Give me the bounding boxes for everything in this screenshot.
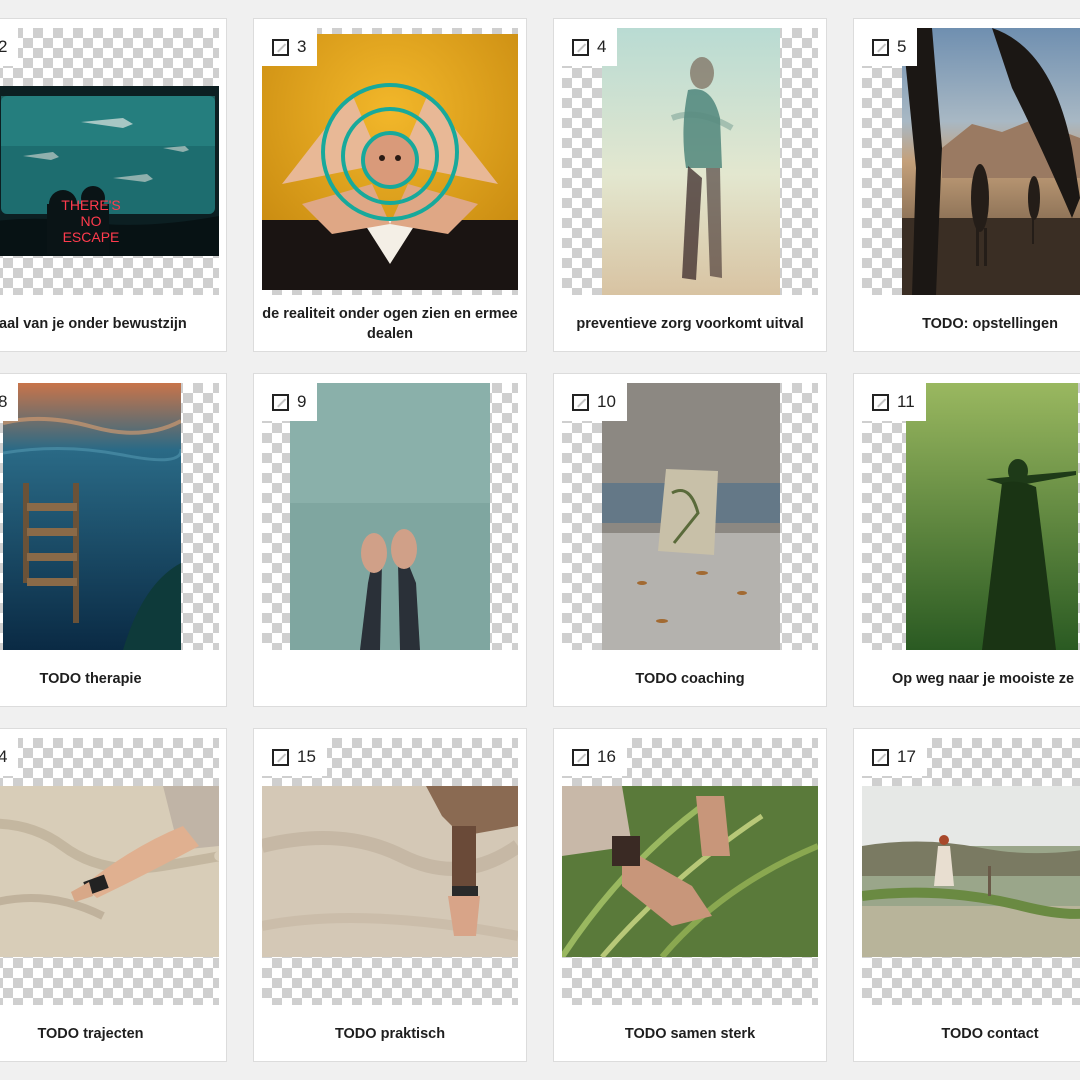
image-card[interactable]: 8 TODO therapie [0,373,227,707]
image-preview-area: 8 [0,383,219,650]
card-number: 10 [597,392,616,411]
selection-badge: 17 [862,738,927,776]
select-checkbox[interactable] [572,38,589,56]
card-photo [902,28,1080,295]
card-caption: taal van je onder bewustzijn [0,316,187,332]
neon-sign-text: ESCAPE [63,229,120,245]
card-caption: TODO therapie [39,671,142,687]
selection-badge: 3 [262,28,318,66]
card-number: 17 [897,747,916,766]
image-card[interactable]: 3 de realiteit onder ogen zien en ermee … [253,18,527,352]
card-number: 4 [0,747,7,767]
image-card[interactable]: THERE'S NO ESCAPE 2 taal van je onder be… [0,18,227,352]
select-checkbox[interactable] [872,748,889,766]
image-card[interactable]: 4 preventieve zorg voorkomt uitval [553,18,827,352]
card-caption: TODO contact [941,1026,1039,1042]
card-photo [602,383,780,650]
card-photo [906,383,1078,650]
image-preview-area: 15 [262,738,518,1005]
card-number: 8 [0,392,7,412]
select-checkbox[interactable] [572,393,589,411]
card-caption: TODO coaching [635,671,745,687]
card-caption: TODO samen sterk [624,1026,756,1042]
card-photo [862,786,1080,957]
select-checkbox[interactable] [272,393,289,411]
select-checkbox[interactable] [872,393,889,411]
card-photo [3,383,181,650]
image-card[interactable]: 16 TODO samen sterk [553,728,827,1062]
card-caption: TODO praktisch [334,1026,446,1042]
image-preview-area: 11 [862,383,1080,650]
card-photo [602,28,780,295]
selection-badge: 11 [862,383,926,421]
card-number: 4 [597,37,607,56]
selection-badge: 15 [262,738,327,776]
image-preview-area: 5 [862,28,1080,295]
image-card[interactable]: 15 TODO praktisch [253,728,527,1062]
image-card[interactable]: 9 [253,373,527,707]
card-number: 2 [0,37,7,57]
image-preview-area: 17 [862,738,1080,1005]
image-preview-area: 3 [262,28,518,295]
card-photo [562,786,818,957]
selection-badge: 5 [862,28,918,66]
card-caption [260,652,520,706]
selection-badge: 4 [0,738,19,776]
card-number: 3 [297,37,307,56]
card-number: 11 [897,392,915,411]
image-preview-area: 9 [262,383,518,650]
neon-sign-text: NO [81,213,102,229]
image-preview-area: 16 [562,738,818,1005]
selection-badge: 2 [0,28,19,66]
card-caption: TODO: opstellingen [922,316,1058,332]
card-caption: de realiteit onder ogen zien en ermee de… [262,306,518,342]
card-caption: preventieve zorg voorkomt uitval [576,316,804,332]
image-card[interactable]: 5 TODO: opstellingen [853,18,1080,352]
image-preview-area: 10 [562,383,818,650]
select-checkbox[interactable] [872,38,889,56]
image-grid: THERE'S NO ESCAPE 2 taal van je onder be… [0,0,1080,1080]
image-card[interactable]: 4 TODO trajecten [0,728,227,1062]
image-preview-area: 4 [562,28,818,295]
card-caption: Op weg naar je mooiste ze [892,671,1075,687]
card-photo [262,786,518,957]
card-number: 15 [297,747,316,766]
image-card[interactable]: 11 Op weg naar je mooiste ze [853,373,1080,707]
image-preview-area: 4 [0,738,219,1005]
image-preview-area: THERE'S NO ESCAPE 2 [0,28,219,295]
card-number: 5 [897,37,907,56]
card-photo [290,383,490,650]
card-caption: TODO trajecten [37,1026,144,1042]
select-checkbox[interactable] [272,748,289,766]
selection-badge: 4 [562,28,618,66]
select-checkbox[interactable] [272,38,289,56]
selection-badge: 10 [562,383,627,421]
card-number: 9 [297,392,307,411]
image-card[interactable]: 17 TODO contact [853,728,1080,1062]
card-photo [0,786,219,957]
card-photo [262,34,518,290]
selection-badge: 8 [0,383,19,421]
selection-badge: 9 [262,383,318,421]
card-number: 16 [597,747,616,766]
select-checkbox[interactable] [572,748,589,766]
neon-sign-text: THERE'S [61,197,120,213]
card-photo: THERE'S NO ESCAPE [0,86,219,256]
selection-badge: 16 [562,738,627,776]
image-card[interactable]: 10 TODO coaching [553,373,827,707]
